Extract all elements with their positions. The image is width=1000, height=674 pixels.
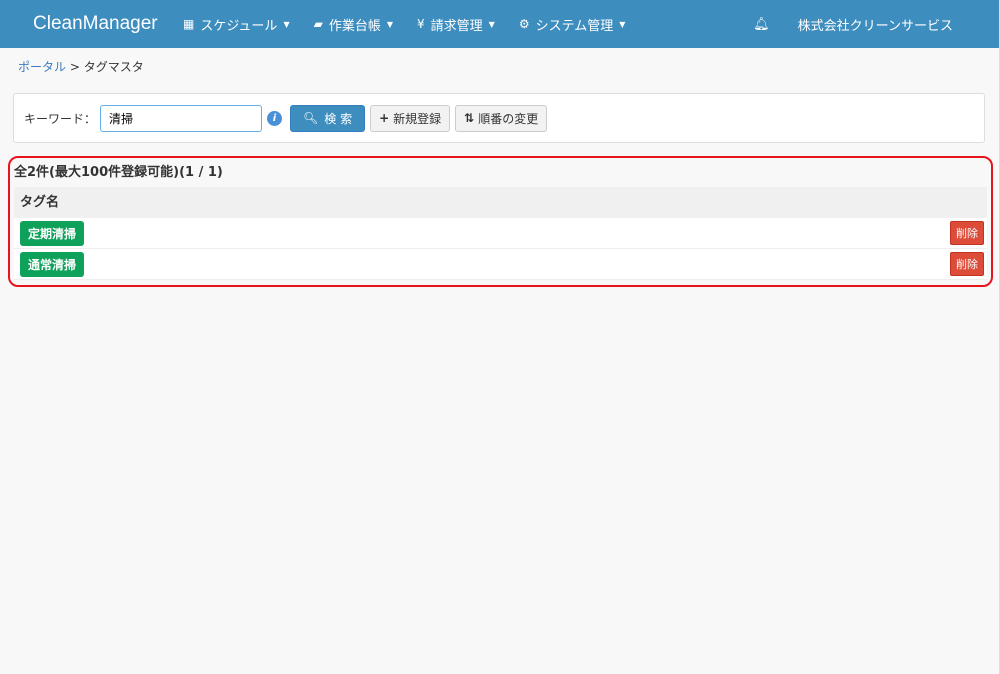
table-row: 定期清掃 削除 bbox=[14, 218, 987, 249]
menu-label: 請求管理 bbox=[430, 18, 483, 34]
breadcrumb: ポータル > タグマスタ bbox=[18, 58, 144, 75]
new-button-label: 新規登録 bbox=[393, 111, 442, 126]
plus-icon: + bbox=[379, 111, 390, 125]
sort-icon: ⇅ bbox=[464, 111, 475, 125]
search-button-label: 検 索 bbox=[324, 111, 353, 126]
menu-system[interactable]: ⚙ システム管理 ▼ bbox=[519, 15, 626, 34]
menu-work-ledger[interactable]: ▰ 作業台帳 ▼ bbox=[314, 15, 393, 34]
search-icon: 🔍︎ bbox=[303, 111, 319, 125]
new-register-button[interactable]: + 新規登録 bbox=[370, 104, 451, 132]
keyword-label: キーワード： bbox=[24, 111, 97, 126]
caret-down-icon: ▼ bbox=[283, 19, 290, 29]
table-row: 通常清掃 削除 bbox=[14, 249, 987, 280]
gears-icon: ⚙ bbox=[518, 17, 530, 31]
breadcrumb-home[interactable]: ポータル bbox=[18, 60, 66, 74]
menu-label: 作業台帳 bbox=[328, 18, 381, 34]
change-order-button[interactable]: ⇅ 順番の変更 bbox=[455, 104, 548, 132]
menu-billing[interactable]: ¥ 請求管理 ▼ bbox=[417, 15, 495, 34]
column-header-tag-name: タグ名 bbox=[14, 187, 987, 218]
tag-label[interactable]: 定期清掃 bbox=[20, 220, 85, 246]
company-name[interactable]: 株式会社クリーンサービス bbox=[798, 15, 953, 34]
result-count: 全2件(最大100件登録可能)(1 / 1) bbox=[14, 165, 223, 180]
tag-list: 全2件(最大100件登録可能)(1 / 1) タグ名 定期清掃 削除 通常清掃 … bbox=[8, 156, 993, 287]
menu-label: スケジュール bbox=[200, 18, 278, 34]
breadcrumb-separator: > bbox=[69, 60, 80, 74]
breadcrumb-current: タグマスタ bbox=[83, 60, 144, 74]
search-panel: キーワード： i 🔍︎ 検 索 +新規登録 ⇅順番の変更 bbox=[13, 93, 985, 143]
caret-down-icon: ▼ bbox=[488, 19, 495, 29]
yen-icon: ¥ bbox=[417, 17, 425, 31]
info-icon[interactable]: i bbox=[267, 110, 283, 126]
top-navbar: CleanManager ▦ スケジュール ▼ ▰ 作業台帳 ▼ ¥ 請求管理 ▼ ⚙ システ… bbox=[0, 0, 999, 48]
menu-schedule[interactable]: ▦ スケジュール ▼ bbox=[183, 15, 290, 34]
caret-down-icon: ▼ bbox=[619, 19, 626, 29]
book-icon: ▰ bbox=[313, 17, 323, 31]
delete-button[interactable]: 削除 bbox=[950, 252, 984, 276]
delete-button[interactable]: 削除 bbox=[950, 221, 984, 245]
menu-label: システム管理 bbox=[535, 18, 614, 34]
order-button-label: 順番の変更 bbox=[478, 111, 539, 126]
keyword-input[interactable] bbox=[100, 104, 263, 132]
brand-logo[interactable]: CleanManager bbox=[33, 13, 183, 35]
caret-down-icon: ▼ bbox=[386, 19, 393, 29]
tag-label[interactable]: 通常清掃 bbox=[20, 251, 85, 277]
bell-icon[interactable]: 🔔︎ bbox=[753, 17, 770, 32]
search-button[interactable]: 🔍︎ 検 索 bbox=[290, 104, 366, 132]
calendar-icon: ▦ bbox=[183, 17, 195, 31]
